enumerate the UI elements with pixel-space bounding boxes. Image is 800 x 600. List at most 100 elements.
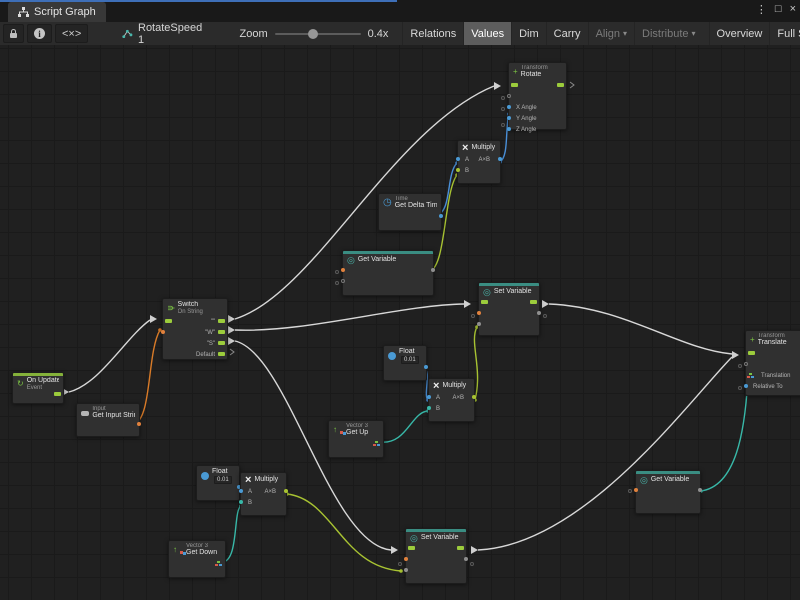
z-angle-port[interactable] xyxy=(507,127,511,131)
inspect-button[interactable]: i xyxy=(27,24,52,43)
node-switch-on-string[interactable]: ⋔ Switch On String "" "W" "S" Default xyxy=(162,298,228,360)
case-label: "S" xyxy=(207,341,215,347)
output-port[interactable] xyxy=(472,395,476,399)
case-label: "W" xyxy=(205,330,215,336)
unity-visual-scripting-window: { "window": { "focus_accent": "#3e6fb8",… xyxy=(0,0,800,600)
input-b-port[interactable] xyxy=(456,168,460,172)
lock-button[interactable] xyxy=(3,24,24,43)
output-port[interactable] xyxy=(431,268,435,272)
node-multiply[interactable]: × Multiply A A×B B xyxy=(240,472,287,516)
node-set-variable[interactable]: ◎ Set Variable xyxy=(478,282,540,336)
default-out-port[interactable] xyxy=(218,352,225,356)
variable-name-port[interactable] xyxy=(404,557,408,561)
float-value-field[interactable]: 0.01 xyxy=(401,356,419,364)
variable-name-port[interactable] xyxy=(477,311,481,315)
translation-port[interactable] xyxy=(747,372,756,378)
float-icon xyxy=(201,472,209,480)
fullscreen-button[interactable]: Full Screen xyxy=(769,22,800,45)
maximize-icon[interactable]: □ xyxy=(775,3,782,16)
case-out-port[interactable] xyxy=(218,319,225,323)
zoom-slider-handle[interactable] xyxy=(308,29,318,39)
output-port[interactable] xyxy=(439,214,443,218)
vector3-output-port[interactable] xyxy=(215,560,224,566)
vector3-output-port[interactable] xyxy=(373,440,382,446)
variable-name-port[interactable] xyxy=(341,268,345,272)
flow-out-port[interactable] xyxy=(557,83,564,87)
fallback-port[interactable] xyxy=(341,279,345,283)
output-port[interactable] xyxy=(464,557,468,561)
insert-node-label: <×> xyxy=(62,28,81,40)
port-label: A×B xyxy=(452,395,464,401)
value-port[interactable] xyxy=(404,568,408,572)
graph-canvas[interactable] xyxy=(0,45,800,600)
variable-icon: ◎ xyxy=(347,256,355,264)
node-float-literal[interactable]: Float 0.01 xyxy=(196,465,240,501)
port-label: A xyxy=(436,395,440,401)
float-value-field[interactable]: 0.01 xyxy=(214,476,232,484)
zoom-slider[interactable] xyxy=(275,33,361,35)
case-out-port[interactable] xyxy=(218,330,225,334)
selector-port[interactable] xyxy=(161,330,165,334)
overview-button[interactable]: Overview xyxy=(709,22,770,45)
close-icon[interactable]: × xyxy=(790,3,796,16)
node-get-delta-time[interactable]: ◷ Time Get Delta Time xyxy=(378,193,442,231)
flow-in-port[interactable] xyxy=(481,300,488,304)
output-port[interactable] xyxy=(284,489,288,493)
variable-name-port[interactable] xyxy=(634,488,638,492)
switch-icon: ⋔ xyxy=(167,304,175,312)
insert-node-button[interactable]: <×> xyxy=(55,24,88,43)
input-b-port[interactable] xyxy=(239,500,243,504)
node-float-literal[interactable]: Float 0.01 xyxy=(383,345,427,381)
value-port[interactable] xyxy=(477,322,481,326)
node-vector3-get-down[interactable]: ↑ Vector 3 Get Down xyxy=(168,540,226,578)
graph-breadcrumb[interactable]: RotateSpeed 1 xyxy=(122,22,203,46)
node-rotate[interactable]: + Transform Rotate X Angle Y Angle Z Ang… xyxy=(508,62,567,130)
relations-button[interactable]: Relations xyxy=(402,22,463,45)
node-translate[interactable]: + Transform Translate Translation Relati… xyxy=(745,330,800,396)
axes-icon xyxy=(180,551,183,554)
zoom-label: Zoom xyxy=(240,28,268,40)
flow-in-port[interactable] xyxy=(748,351,755,355)
node-on-update[interactable]: ↻ On Update Event xyxy=(12,372,64,404)
flow-in-port[interactable] xyxy=(408,546,415,550)
output-port[interactable] xyxy=(498,157,502,161)
node-get-variable[interactable]: ◎ Get Variable xyxy=(342,250,434,296)
output-port[interactable] xyxy=(698,488,702,492)
x-angle-port[interactable] xyxy=(507,105,511,109)
values-button[interactable]: Values xyxy=(463,22,511,45)
align-button[interactable]: Align ▾ xyxy=(588,22,634,45)
tab-script-graph[interactable]: Script Graph xyxy=(8,2,106,22)
distribute-button[interactable]: Distribute ▾ xyxy=(634,22,702,45)
case-out-port[interactable] xyxy=(218,341,225,345)
node-vector3-get-up[interactable]: ↑ Vector 3 Get Up xyxy=(328,420,384,458)
output-port[interactable] xyxy=(537,311,541,315)
target-port[interactable] xyxy=(507,94,511,98)
y-angle-port[interactable] xyxy=(507,116,511,120)
node-title: On Update xyxy=(27,377,59,385)
relative-to-port[interactable] xyxy=(744,384,748,388)
node-set-variable[interactable]: ◎ Set Variable xyxy=(405,528,467,584)
node-multiply[interactable]: × Multiply A A×B B xyxy=(428,378,475,422)
menu-icon[interactable]: ⋮ xyxy=(756,3,767,16)
multiply-icon: × xyxy=(433,381,439,391)
carry-button[interactable]: Carry xyxy=(546,22,588,45)
input-a-port[interactable] xyxy=(456,157,460,161)
node-get-input-string[interactable]: Input Get Input String xyxy=(76,403,140,437)
flow-out-port[interactable] xyxy=(457,546,464,550)
node-multiply[interactable]: × Multiply A A×B B xyxy=(457,140,501,184)
info-icon: i xyxy=(34,28,45,39)
flow-out-port[interactable] xyxy=(530,300,537,304)
dim-button[interactable]: Dim xyxy=(511,22,546,45)
output-port[interactable] xyxy=(137,422,141,426)
input-a-port[interactable] xyxy=(239,489,243,493)
input-b-port[interactable] xyxy=(427,406,431,410)
output-port[interactable] xyxy=(424,365,428,369)
flow-out-port[interactable] xyxy=(54,392,61,396)
flow-in-port[interactable] xyxy=(511,83,518,87)
target-port[interactable] xyxy=(744,362,748,366)
view-buttons: Relations Values Dim Carry Align ▾ Distr… xyxy=(402,22,800,45)
input-a-port[interactable] xyxy=(427,395,431,399)
unconnected-port-ring xyxy=(543,314,547,318)
flow-in-port[interactable] xyxy=(165,319,172,323)
node-get-variable[interactable]: ◎ Get Variable xyxy=(635,470,701,514)
